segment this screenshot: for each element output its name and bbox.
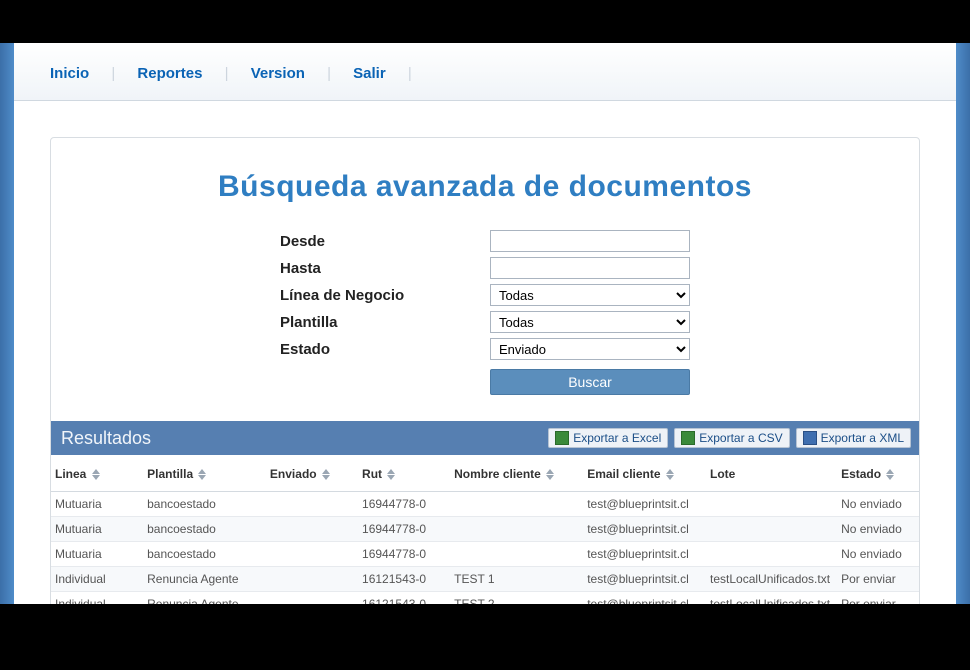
cell-lote	[706, 517, 837, 542]
window-bottom-mask	[0, 604, 970, 670]
cell-enviado	[266, 592, 358, 605]
cell-nombre	[450, 542, 583, 567]
cell-enviado	[266, 567, 358, 592]
table-row: Mutuariabancoestado 16944778-0 test@bluepr…	[51, 542, 919, 567]
col-enviado: Enviado	[270, 467, 317, 481]
table-row: IndividualRenuncia Agente 16121543-0TEST …	[51, 567, 919, 592]
desde-label: Desde	[280, 233, 480, 250]
cell-lote: testLocalUnificados.txt	[706, 567, 837, 592]
col-plantilla: Plantilla	[147, 467, 193, 481]
cell-lote: testLocalUnificados.txt	[706, 592, 837, 605]
sort-icon[interactable]	[666, 469, 674, 480]
export-excel-button[interactable]: Exportar a Excel	[548, 428, 668, 448]
nav-inicio[interactable]: Inicio	[42, 65, 97, 82]
results-table: Linea Plantilla Enviado Rut Nombre clien…	[51, 459, 919, 604]
col-email: Email cliente	[587, 467, 660, 481]
cell-plantilla: bancoestado	[143, 542, 266, 567]
nav-reportes[interactable]: Reportes	[129, 65, 210, 82]
cell-estado: No enviado	[837, 492, 919, 517]
desde-input[interactable]	[490, 230, 690, 252]
cell-linea: Mutuaria	[51, 517, 143, 542]
cell-estado: Por enviar	[837, 567, 919, 592]
table-row: Mutuariabancoestado 16944778-0 test@bluepr…	[51, 492, 919, 517]
cell-rut: 16944778-0	[358, 542, 450, 567]
cell-email: test@blueprintsit.cl	[583, 492, 706, 517]
cell-nombre	[450, 517, 583, 542]
col-lote: Lote	[710, 467, 735, 481]
cell-estado: No enviado	[837, 542, 919, 567]
frame-left-border	[0, 43, 14, 604]
sort-icon[interactable]	[198, 469, 206, 480]
cell-linea: Mutuaria	[51, 542, 143, 567]
window-top-mask	[0, 0, 970, 43]
cell-enviado	[266, 492, 358, 517]
cell-enviado	[266, 542, 358, 567]
export-csv-label: Exportar a CSV	[699, 431, 782, 445]
linea-select[interactable]: Todas	[490, 284, 690, 306]
cell-linea: Mutuaria	[51, 492, 143, 517]
top-nav: Inicio | Reportes | Version | Salir |	[14, 43, 956, 101]
cell-linea: Individual	[51, 567, 143, 592]
search-button[interactable]: Buscar	[490, 369, 690, 395]
cell-lote	[706, 492, 837, 517]
cell-rut: 16944778-0	[358, 517, 450, 542]
cell-estado: No enviado	[837, 517, 919, 542]
estado-select[interactable]: Enviado	[490, 338, 690, 360]
cell-email: test@blueprintsit.cl	[583, 592, 706, 605]
results-title: Resultados	[61, 428, 542, 449]
cell-plantilla: bancoestado	[143, 517, 266, 542]
nav-separator: |	[111, 65, 115, 82]
col-nombre: Nombre cliente	[454, 467, 541, 481]
cell-plantilla: Renuncia Agente	[143, 567, 266, 592]
col-linea: Linea	[55, 467, 86, 481]
export-excel-label: Exportar a Excel	[573, 431, 661, 445]
cell-email: test@blueprintsit.cl	[583, 517, 706, 542]
cell-email: test@blueprintsit.cl	[583, 567, 706, 592]
nav-separator: |	[225, 65, 229, 82]
col-estado: Estado	[841, 467, 881, 481]
cell-rut: 16121543-0	[358, 567, 450, 592]
nav-version[interactable]: Version	[243, 65, 313, 82]
cell-nombre: TEST 2	[450, 592, 583, 605]
csv-icon	[681, 431, 695, 445]
estado-label: Estado	[280, 341, 480, 358]
sort-icon[interactable]	[322, 469, 330, 480]
cell-estado: Por enviar	[837, 592, 919, 605]
table-row: Mutuariabancoestado 16944778-0 test@bluepr…	[51, 517, 919, 542]
excel-icon	[555, 431, 569, 445]
plantilla-label: Plantilla	[280, 314, 480, 331]
nav-separator: |	[327, 65, 331, 82]
hasta-label: Hasta	[280, 260, 480, 277]
frame-right-border	[956, 43, 970, 604]
export-xml-button[interactable]: Exportar a XML	[796, 428, 911, 448]
sort-icon[interactable]	[92, 469, 100, 480]
results-header-bar: Resultados Exportar a Excel Exportar a C…	[51, 421, 919, 455]
cell-rut: 16944778-0	[358, 492, 450, 517]
sort-icon[interactable]	[886, 469, 894, 480]
cell-enviado	[266, 517, 358, 542]
cell-nombre: TEST 1	[450, 567, 583, 592]
xml-icon	[803, 431, 817, 445]
cell-nombre	[450, 492, 583, 517]
export-csv-button[interactable]: Exportar a CSV	[674, 428, 789, 448]
cell-lote	[706, 542, 837, 567]
cell-linea: Individual	[51, 592, 143, 605]
search-form: Desde Hasta Línea de Negocio Todas Plant…	[51, 230, 919, 395]
nav-separator: |	[408, 65, 412, 82]
linea-label: Línea de Negocio	[280, 287, 480, 304]
cell-plantilla: bancoestado	[143, 492, 266, 517]
plantilla-select[interactable]: Todas	[490, 311, 690, 333]
sort-icon[interactable]	[387, 469, 395, 480]
cell-email: test@blueprintsit.cl	[583, 542, 706, 567]
table-row: IndividualRenuncia Agente 16121543-0TEST …	[51, 592, 919, 605]
search-card: Búsqueda avanzada de documentos Desde Ha…	[50, 137, 920, 604]
col-rut: Rut	[362, 467, 382, 481]
hasta-input[interactable]	[490, 257, 690, 279]
cell-rut: 16121543-0	[358, 592, 450, 605]
cell-plantilla: Renuncia Agente	[143, 592, 266, 605]
export-xml-label: Exportar a XML	[821, 431, 904, 445]
page-title: Búsqueda avanzada de documentos	[51, 138, 919, 230]
nav-salir[interactable]: Salir	[345, 65, 394, 82]
sort-icon[interactable]	[546, 469, 554, 480]
